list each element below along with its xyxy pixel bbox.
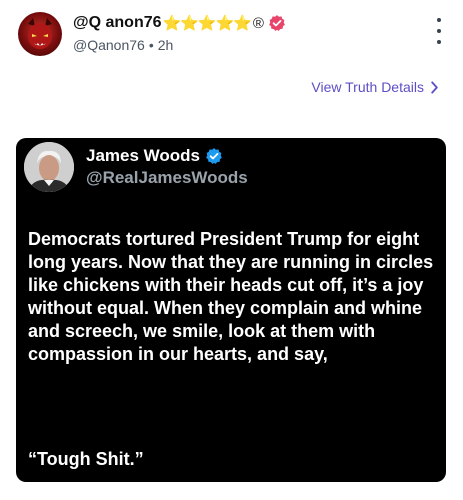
tweet-closing-quote: “Tough Shit.”: [28, 449, 144, 469]
view-truth-details-label: View Truth Details: [311, 79, 424, 95]
display-name[interactable]: @Q anon76: [73, 14, 162, 32]
tweet-author-photo: [24, 142, 74, 192]
more-dot: [437, 29, 441, 33]
separator-dot: •: [148, 37, 154, 53]
user-handle[interactable]: @Qanon76: [73, 37, 145, 53]
tweet-author-handle: @RealJamesWoods: [86, 168, 248, 187]
star-rating: ⭐⭐⭐⭐⭐: [162, 15, 252, 32]
view-truth-details-link[interactable]: View Truth Details: [311, 79, 439, 95]
embedded-tweet-image[interactable]: James Woods @RealJamesWoods Democrats to…: [16, 138, 446, 482]
user-avatar[interactable]: [18, 12, 62, 56]
tweet-author-name: James Woods: [86, 146, 201, 165]
avatar-image: [28, 18, 52, 49]
timestamp[interactable]: 2h: [158, 37, 174, 53]
display-name-row[interactable]: @Q anon76 ⭐⭐⭐⭐⭐ ®: [73, 14, 286, 32]
tweet-body-text: Democrats tortured President Trump for e…: [28, 229, 434, 364]
tweet-author-name-row: James Woods: [86, 146, 223, 166]
verified-icon: [206, 148, 222, 165]
handle-line: @Qanon76 • 2h: [73, 37, 173, 53]
registered-mark: ®: [252, 14, 264, 32]
post-header: @Q anon76 ⭐⭐⭐⭐⭐ ® @Qanon76 • 2h: [18, 12, 445, 58]
more-dot: [437, 18, 441, 22]
chevron-right-icon: [431, 80, 438, 94]
more-dot: [437, 40, 441, 44]
tweet-author-avatar: [24, 142, 74, 192]
more-options-icon[interactable]: [433, 18, 445, 44]
verified-icon: [269, 15, 285, 32]
